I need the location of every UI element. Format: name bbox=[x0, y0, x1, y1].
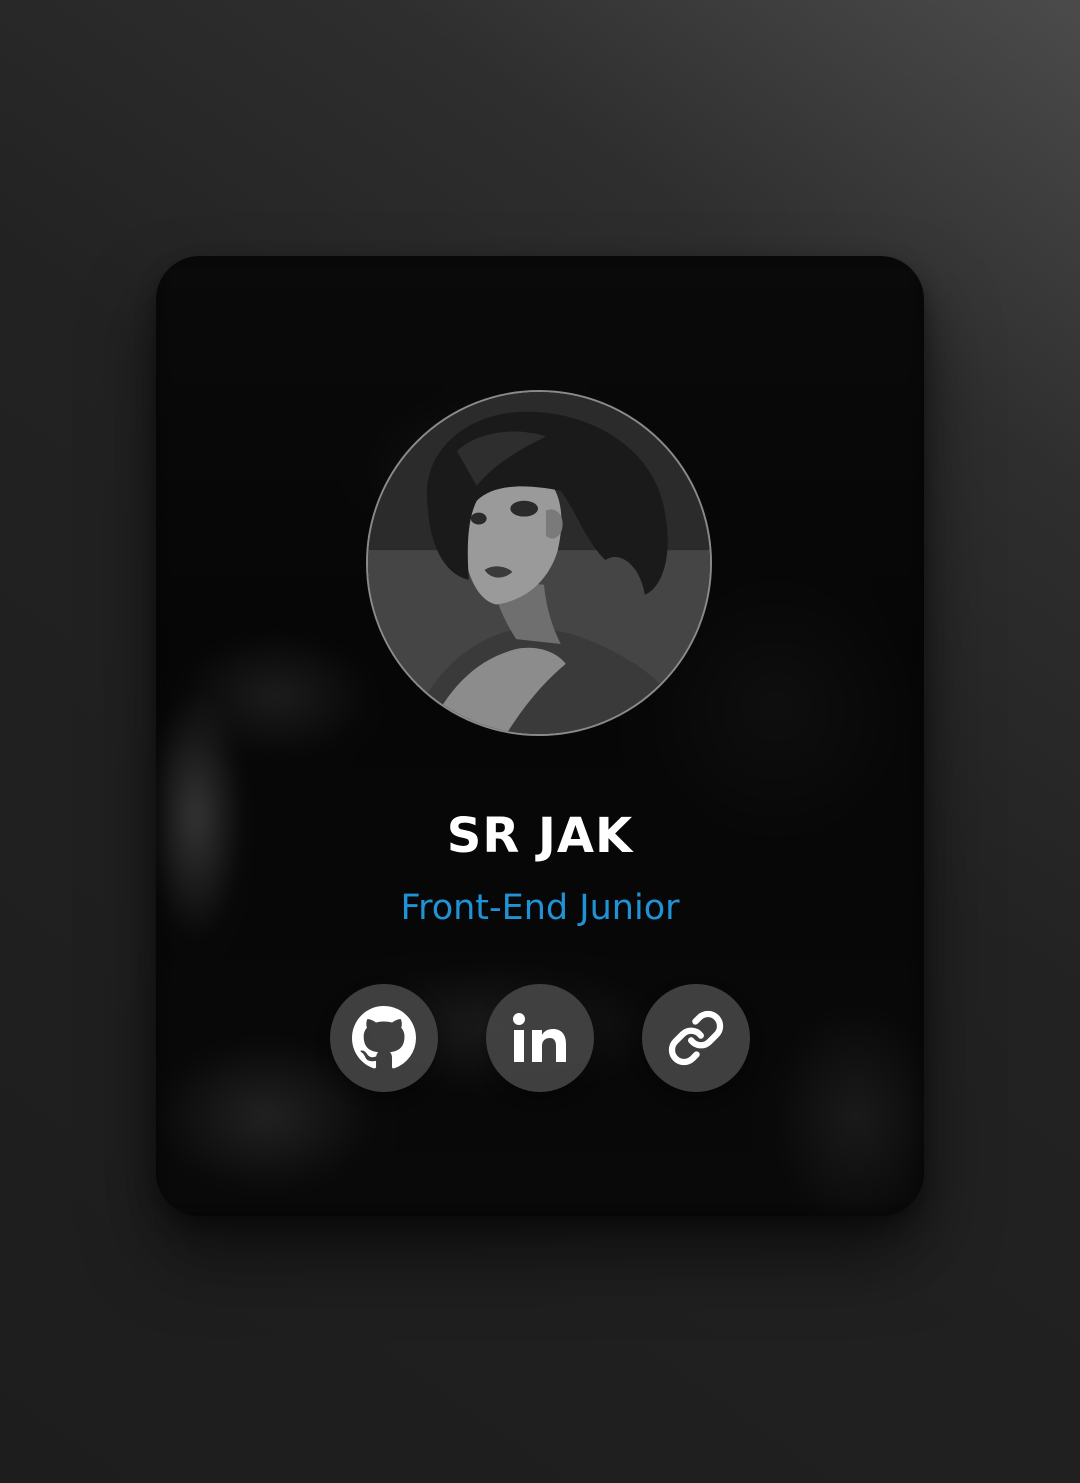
profile-role: Front-End Junior bbox=[400, 888, 680, 928]
profile-card: SR JAK Front-End Junior bbox=[156, 256, 924, 1216]
link-button[interactable] bbox=[642, 984, 750, 1092]
linkedin-button[interactable] bbox=[486, 984, 594, 1092]
link-icon bbox=[668, 1010, 724, 1066]
social-links bbox=[330, 984, 750, 1092]
avatar-portrait-icon bbox=[368, 392, 710, 734]
github-button[interactable] bbox=[330, 984, 438, 1092]
avatar bbox=[366, 390, 712, 736]
linkedin-icon bbox=[513, 1013, 566, 1062]
profile-name: SR JAK bbox=[446, 808, 634, 864]
github-icon bbox=[352, 1006, 416, 1069]
